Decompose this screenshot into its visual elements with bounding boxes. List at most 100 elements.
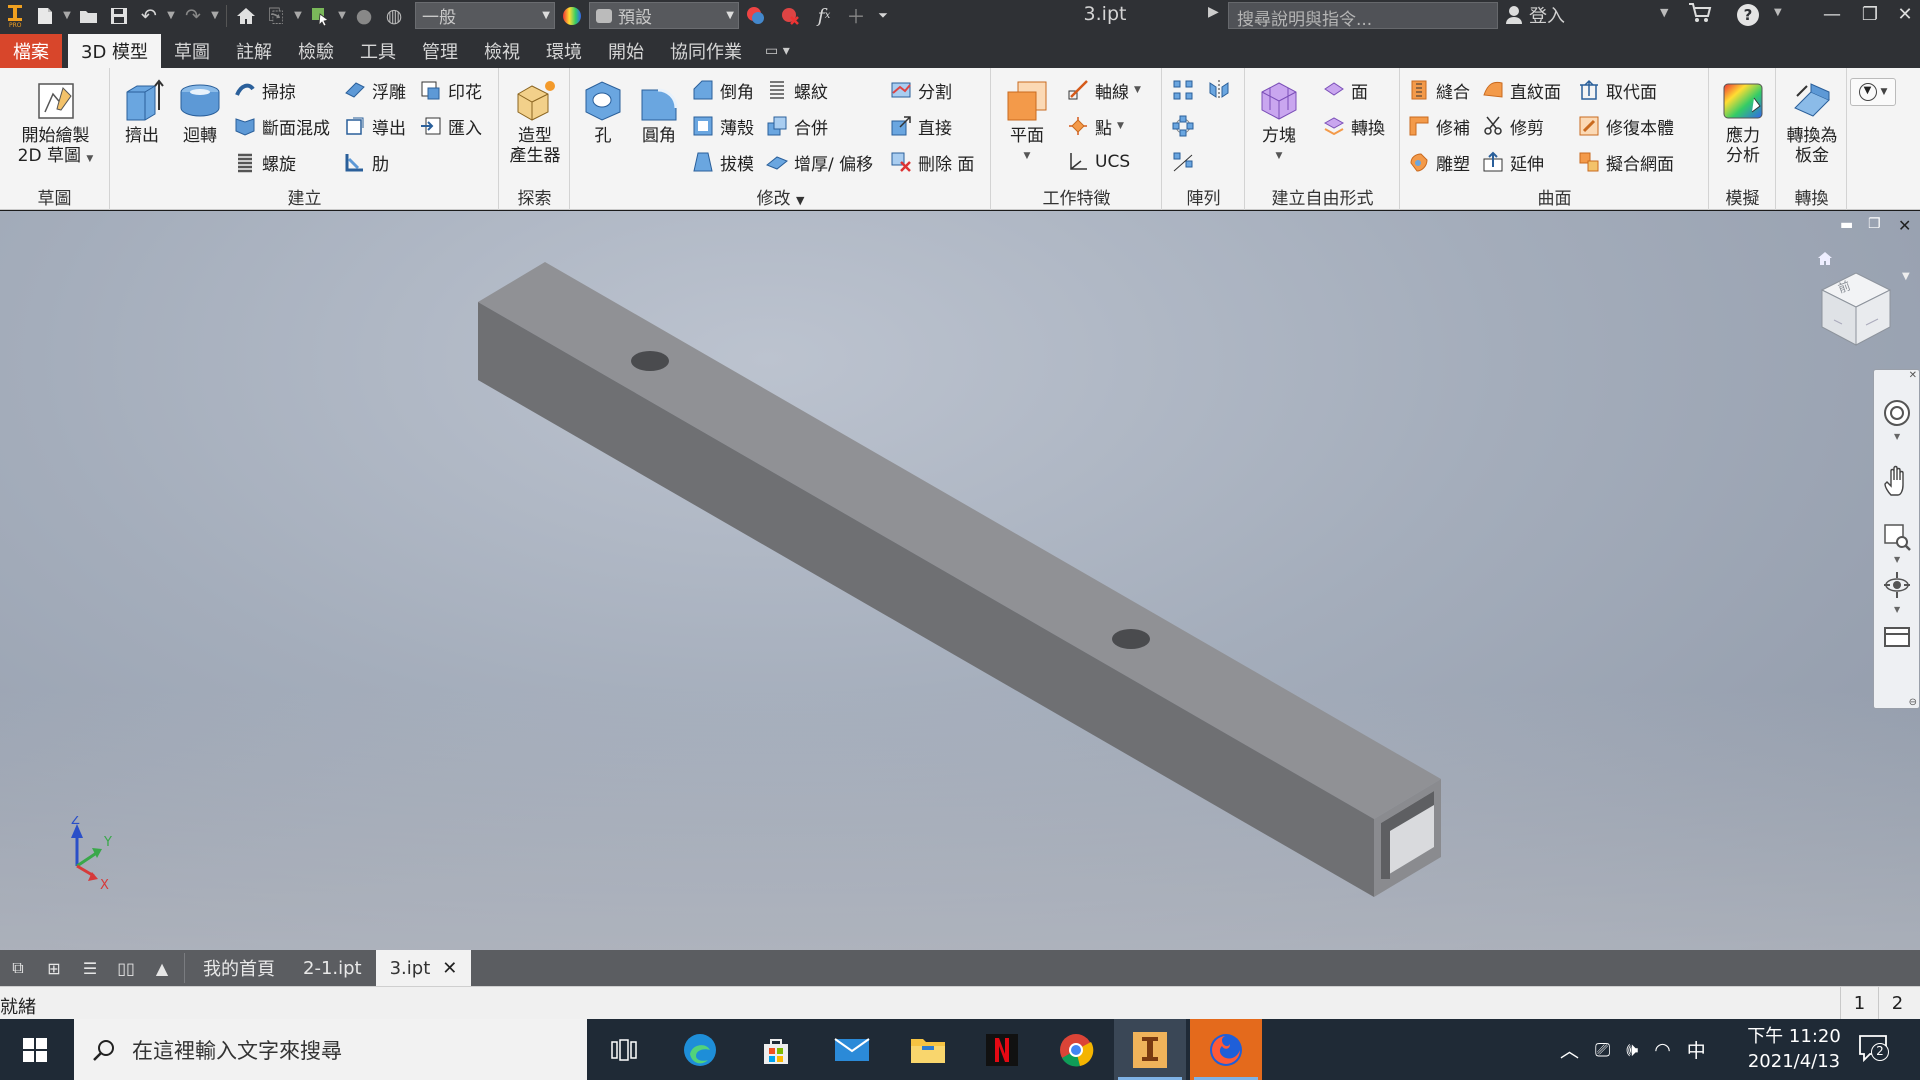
chamfer-button[interactable]: 倒角 bbox=[691, 75, 754, 105]
tab-manage[interactable]: 管理 bbox=[409, 34, 471, 68]
signin-button[interactable]: 登入 bbox=[1505, 2, 1565, 28]
derive-button[interactable]: 導出 bbox=[343, 111, 406, 141]
viewcube-menu-icon[interactable]: ▼ bbox=[1902, 271, 1910, 282]
axis-button[interactable]: 軸線 ▼ bbox=[1066, 75, 1141, 105]
cart-icon[interactable] bbox=[1688, 2, 1712, 29]
task-view-icon[interactable] bbox=[588, 1019, 660, 1080]
coil-button[interactable]: 螺旋 bbox=[233, 147, 296, 177]
customize-qat-icon[interactable]: ⏷ bbox=[871, 0, 895, 31]
adjust-appearance-icon[interactable] bbox=[739, 0, 773, 31]
repair-bodies-button[interactable]: 修復本體 bbox=[1577, 111, 1674, 141]
hole-button[interactable]: 孔 bbox=[579, 78, 627, 146]
undo-caret-icon[interactable]: ▼ bbox=[164, 0, 178, 31]
help-search-input[interactable]: 搜尋說明與指令... bbox=[1228, 2, 1498, 30]
fillet-button[interactable]: 圓角 bbox=[633, 78, 685, 146]
fit-mesh-face-button[interactable]: 擬合網面 bbox=[1577, 147, 1674, 177]
tube-hole-2[interactable] bbox=[1112, 629, 1150, 649]
direct-edit-button[interactable]: 直接 bbox=[889, 111, 952, 141]
material-icon[interactable]: ● bbox=[349, 0, 379, 31]
extend-surface-button[interactable]: 延伸 bbox=[1481, 147, 1544, 177]
rectangular-pattern-button[interactable] bbox=[1171, 75, 1195, 105]
sweep-button[interactable]: 掃掠 bbox=[233, 75, 296, 105]
mirror-button[interactable] bbox=[1207, 75, 1231, 105]
tab-environments[interactable]: 環境 bbox=[533, 34, 595, 68]
thread-button[interactable]: 螺紋 bbox=[765, 75, 828, 105]
shell-button[interactable]: 薄殼 bbox=[691, 111, 754, 141]
firefox-developer-icon[interactable] bbox=[1190, 1019, 1262, 1080]
minimize-icon[interactable]: — bbox=[1812, 0, 1852, 31]
look-at-icon[interactable] bbox=[1880, 620, 1914, 654]
tab-file[interactable]: 檔案 bbox=[0, 34, 62, 68]
restore-icon[interactable]: ❐ bbox=[1850, 0, 1890, 31]
extrude-button[interactable]: 擠出 bbox=[117, 78, 167, 146]
style-combo[interactable]: 一般 ▼ bbox=[415, 2, 555, 29]
tab-get-started[interactable]: 開始 bbox=[595, 34, 657, 68]
chevron-down-icon[interactable]: ▼ bbox=[1894, 432, 1900, 441]
windows-start-button[interactable] bbox=[0, 1019, 70, 1080]
redo-icon[interactable]: ↷ bbox=[178, 0, 208, 31]
decal-button[interactable]: 印花 bbox=[419, 75, 482, 105]
inventor-pro-logo[interactable]: PRO bbox=[0, 0, 30, 31]
navbar-options-icon[interactable]: ⊖ bbox=[1909, 697, 1917, 708]
freeform-convert-button[interactable]: 轉換 bbox=[1322, 111, 1385, 141]
search-expand-icon[interactable]: ▶ bbox=[1208, 4, 1219, 20]
start-2d-sketch-button[interactable]: 開始繪製 2D 草圖 ▼ bbox=[8, 78, 103, 169]
chevron-down-icon[interactable]: ▼ bbox=[1894, 605, 1900, 614]
ucs-button[interactable]: UCS bbox=[1066, 147, 1130, 177]
ribbon-display-toggle-icon[interactable]: ▭ ▾ bbox=[765, 34, 790, 68]
network-adapter-icon[interactable]: ⎚ bbox=[1595, 1039, 1610, 1061]
select-icon[interactable] bbox=[305, 0, 335, 31]
inventor-taskbar-icon[interactable] bbox=[1114, 1019, 1186, 1080]
circular-pattern-button[interactable] bbox=[1171, 111, 1195, 141]
chrome-icon[interactable] bbox=[1040, 1019, 1112, 1080]
taskbar-search-box[interactable]: 在這裡輸入文字來搜尋 bbox=[74, 1019, 587, 1080]
sculpt-button[interactable]: 雕塑 bbox=[1407, 147, 1470, 177]
viewcube[interactable]: 前 bbox=[1814, 265, 1898, 349]
delete-face-button[interactable]: 刪除 面 bbox=[889, 147, 974, 177]
orbit-icon[interactable] bbox=[1880, 568, 1914, 602]
cascade-windows-icon[interactable]: ⧉ bbox=[0, 950, 36, 986]
graphics-viewport[interactable]: 前 ▼ ▬ ❐ ✕ ✕ ▼ ▼ ▼ ⊖ Z Y X bbox=[0, 211, 1920, 950]
wifi-icon[interactable]: ◠ bbox=[1654, 1039, 1671, 1061]
tube-top-face[interactable] bbox=[478, 262, 1441, 819]
action-center-button[interactable]: 2 bbox=[1858, 1033, 1889, 1068]
draft-button[interactable]: 拔模 bbox=[691, 147, 754, 177]
part-model-square-tube[interactable] bbox=[0, 211, 1920, 950]
save-icon[interactable] bbox=[104, 0, 134, 31]
volume-icon[interactable]: 🕪 bbox=[1626, 1039, 1638, 1061]
help-icon[interactable]: ? bbox=[1737, 4, 1759, 26]
plane-button[interactable]: 平面 ▼ bbox=[1002, 78, 1052, 166]
revolve-button[interactable]: 迴轉 bbox=[173, 78, 227, 146]
close-icon[interactable]: ✕ bbox=[1885, 0, 1920, 31]
select-caret-icon[interactable]: ▼ bbox=[335, 0, 349, 31]
help-caret-icon[interactable]: ▼ bbox=[1774, 7, 1782, 18]
freeform-face-button[interactable]: 面 bbox=[1322, 75, 1368, 105]
appearance-combo[interactable]: 預設 ▼ bbox=[589, 2, 739, 29]
tile-windows-icon[interactable]: ⊞ bbox=[36, 950, 72, 986]
zoom-icon[interactable] bbox=[1880, 520, 1914, 554]
tab-3d-model[interactable]: 3D 模型 bbox=[68, 34, 162, 68]
arrange-up-icon[interactable]: ▲ bbox=[144, 950, 180, 986]
close-icon[interactable]: ✕ bbox=[442, 958, 457, 979]
rib-button[interactable]: 肋 bbox=[343, 147, 389, 177]
replace-face-button[interactable]: 取代面 bbox=[1577, 75, 1657, 105]
chevron-down-icon[interactable]: ▼ bbox=[1894, 555, 1900, 564]
patch-button[interactable]: 修補 bbox=[1407, 111, 1470, 141]
file-explorer-icon[interactable] bbox=[892, 1019, 964, 1080]
tile-horizontal-icon[interactable]: ☰ bbox=[72, 950, 108, 986]
doc-tab-my-home[interactable]: 我的首頁 bbox=[189, 950, 289, 986]
convert-to-sheet-metal-button[interactable]: 轉換為 板金 bbox=[1781, 78, 1843, 166]
ime-indicator[interactable]: 中 bbox=[1687, 1036, 1706, 1063]
edge-browser-icon[interactable] bbox=[664, 1019, 736, 1080]
tab-tools[interactable]: 工具 bbox=[347, 34, 409, 68]
doc-tab-2-1-ipt[interactable]: 2-1.ipt bbox=[289, 950, 376, 986]
tab-inspect[interactable]: 檢驗 bbox=[285, 34, 347, 68]
color-wheel-icon[interactable] bbox=[555, 0, 589, 31]
point-button[interactable]: 點 ▼ bbox=[1066, 111, 1124, 141]
viewport-close-icon[interactable]: ✕ bbox=[1898, 216, 1911, 235]
add-icon[interactable]: ＋ bbox=[841, 0, 871, 31]
tile-vertical-icon[interactable]: ▯▯ bbox=[108, 950, 144, 986]
loft-button[interactable]: 斷面混成 bbox=[233, 111, 330, 141]
tab-view[interactable]: 檢視 bbox=[471, 34, 533, 68]
stitch-button[interactable]: 縫合 bbox=[1407, 75, 1470, 105]
